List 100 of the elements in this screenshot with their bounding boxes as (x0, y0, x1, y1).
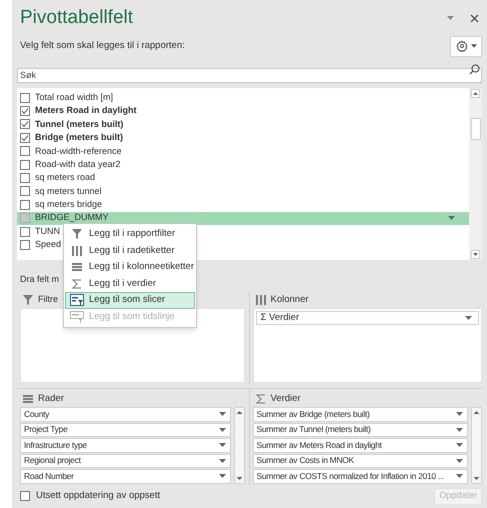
area-field-label: Summer av Tunnel (meters built) (256, 423, 370, 436)
field-label: Meters Road in daylight (35, 104, 137, 118)
field-label: sq meters bridge (35, 198, 102, 212)
field-checkbox[interactable] (20, 226, 30, 237)
defer-checkbox[interactable] (20, 491, 30, 501)
area-field-item[interactable]: Summer av Bridge (meters built) (252, 407, 468, 422)
dropdown-caret-icon (456, 474, 463, 478)
scroll-down-icon[interactable] (472, 474, 481, 483)
field-label: Bridge (meters built) (35, 131, 124, 144)
area-field-label: Summer av Meters Road in daylight (256, 438, 382, 452)
scroll-up-icon[interactable] (471, 89, 480, 98)
area-field-item[interactable]: Summer av Meters Road in daylight (252, 438, 468, 452)
field-checkbox[interactable] (20, 146, 30, 156)
field-label: Total road width [m] (35, 90, 114, 104)
panel-title: Pivottabellfelt (20, 6, 134, 30)
field-label: Road-with data year2 (35, 158, 121, 171)
area-title: Verdier (270, 392, 301, 406)
context-menu-item[interactable]: Legg til i rapportfilter (65, 226, 195, 242)
scroll-up-icon[interactable] (472, 408, 481, 417)
field-checkbox[interactable] (20, 119, 30, 130)
area-field-label: Road Number (24, 470, 74, 483)
areas-hint-text: Dra felt m (19, 273, 60, 286)
dropdown-caret-icon (448, 216, 455, 220)
area-field-label: Summer av Bridge (meters built) (256, 408, 370, 421)
field-label: BRIDGE_DUMMY (35, 211, 109, 224)
field-checkbox[interactable] (20, 132, 30, 143)
area-field-item[interactable]: Project Type (20, 422, 230, 437)
area-title: Kolonner (270, 292, 309, 307)
area-field-item[interactable]: Σ Verdier (256, 311, 479, 325)
area-field-label: Σ Verdier (260, 310, 300, 325)
close-icon[interactable] (470, 14, 479, 22)
area-field-label: Summer av COSTS normalized for Inflation in 2010 ... (256, 470, 444, 483)
columns-icon (72, 262, 82, 272)
field-checkbox[interactable] (20, 186, 30, 196)
search-icon[interactable] (469, 64, 480, 75)
dropdown-caret-icon (465, 316, 472, 320)
dropdown-caret-icon (218, 412, 226, 416)
dropdown-caret-icon (218, 474, 226, 478)
area-field-item[interactable]: Infrastructure type (20, 438, 230, 452)
field-checkbox[interactable] (20, 213, 30, 224)
dropdown-caret-icon (456, 428, 463, 432)
field-label: TUNN (35, 224, 60, 238)
dropdown-caret-icon (456, 458, 463, 463)
area-field-label: Project Type (24, 423, 68, 436)
menu-item-label: Legg til i radetiketter (89, 244, 175, 258)
area-field-label: County (24, 408, 50, 421)
columns-icon (23, 394, 33, 404)
field-checkbox[interactable] (20, 92, 30, 103)
dropdown-caret-icon (456, 412, 463, 416)
instruction-text: Velg felt som skal legges til i rapporten: (19, 38, 185, 53)
field-label: Road-width-reference (35, 144, 122, 158)
area-field-item[interactable]: Summer av COSTS normalized for Inflation in 2010 ... (252, 469, 468, 484)
area-field-item[interactable]: Summer av Tunnel (meters built) (252, 422, 468, 437)
filter-icon (23, 295, 33, 305)
scrollbar[interactable] (471, 407, 482, 484)
dropdown-caret-icon (218, 428, 226, 432)
area-field-item[interactable]: County (20, 407, 230, 422)
field-checkbox[interactable] (20, 106, 30, 116)
field-label: Speed (35, 238, 62, 252)
area-field-item[interactable]: Summer av Costs in MNOK (252, 454, 468, 468)
area-field-label: Regional project (24, 454, 81, 468)
context-menu-item[interactable]: Legg til som slicer (65, 292, 195, 308)
scroll-up-icon[interactable] (234, 408, 244, 417)
field-checkbox[interactable] (20, 173, 30, 184)
context-menu-item[interactable]: Legg til i verdier (65, 276, 195, 292)
area-field-label: Infrastructure type (24, 438, 87, 452)
settings-button[interactable] (450, 36, 482, 56)
search-field[interactable]: Søk (17, 68, 482, 82)
scroll-thumb[interactable] (470, 118, 480, 140)
scroll-down-icon[interactable] (234, 474, 244, 483)
dropdown-caret-icon (218, 443, 226, 448)
field-checkbox[interactable] (20, 240, 30, 250)
sigma-icon (72, 278, 82, 289)
scroll-down-icon[interactable] (471, 250, 480, 259)
columns-drop-area[interactable]: Σ Verdier (252, 308, 482, 383)
area-field-item[interactable]: Road Number (20, 469, 230, 484)
timeline-icon (70, 310, 84, 323)
scrollbar[interactable] (469, 88, 482, 260)
area-title: Rader (38, 392, 64, 406)
dropdown-caret-icon (218, 458, 226, 463)
rows-icon (72, 246, 82, 256)
field-checkbox[interactable] (20, 200, 30, 210)
area-title: Filtre (38, 293, 58, 306)
area-field-label: Summer av Costs in MNOK (256, 454, 354, 468)
sigma-icon (256, 394, 266, 404)
slicer-icon (70, 294, 84, 306)
area-field-item[interactable]: Regional project (20, 454, 230, 468)
field-label: sq meters tunnel (35, 184, 102, 198)
field-label: Tunnel (meters built) (35, 118, 124, 131)
filter-icon (72, 229, 82, 240)
context-menu-item[interactable]: Legg til i kolonneetiketter (65, 259, 195, 276)
context-menu-item[interactable]: Legg til i radetiketter (65, 242, 195, 259)
rows-icon (256, 295, 266, 305)
dropdown-caret-icon[interactable] (447, 16, 454, 20)
field-list-item[interactable]: BRIDGE_DUMMY (17, 212, 469, 225)
settings-icon (456, 40, 468, 52)
menu-item-label: Legg til i verdier (89, 276, 156, 291)
field-checkbox[interactable] (20, 160, 30, 170)
menu-item-label: Legg til i rapportfilter (89, 227, 176, 242)
scrollbar[interactable] (234, 407, 244, 484)
